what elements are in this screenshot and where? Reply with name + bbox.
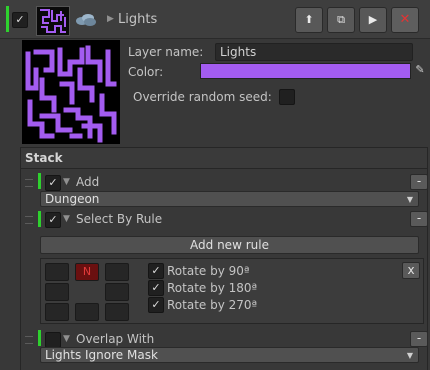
rotate-270-checkbox[interactable]: ✓ [148,297,164,313]
item-enabled-indicator [38,173,41,189]
dropdown-arrow-icon: ▼ [406,351,413,360]
rule-grid-cell[interactable] [105,283,129,301]
dropdown-value: Lights Ignore Mask [45,348,158,362]
color-label: Color: [128,65,164,79]
layers-cloud-icon [74,11,98,27]
item-enabled-indicator [38,211,41,227]
rotate-180-label: Rotate by 180ª [167,281,258,295]
rotate-90-checkbox[interactable]: ✓ [148,263,164,279]
override-seed-label: Override random seed: [133,90,272,104]
drag-handle[interactable] [25,179,33,187]
layer-enabled-indicator [6,6,9,32]
add-item-label: Add [76,175,100,189]
layer-enabled-checkbox[interactable]: ✓ [12,12,28,28]
remove-rule-button[interactable]: x [402,262,420,279]
dropdown-arrow-icon: ▼ [406,195,413,204]
overlap-mask-dropdown[interactable]: Lights Ignore Mask ▼ [40,347,419,363]
overlap-enabled-checkbox[interactable] [45,332,61,348]
rule-grid-cell[interactable] [45,283,69,301]
add-enabled-checkbox[interactable]: ✓ [45,175,61,191]
overlap-with-label: Overlap With [76,332,155,346]
drag-handle[interactable] [25,216,33,224]
remove-layer-button[interactable]: ✕ [391,7,419,33]
layer-name-field[interactable]: Lights [215,43,413,61]
rotate-180-checkbox[interactable]: ✓ [148,280,164,296]
layer-thumbnail-icon [36,6,70,36]
layer-preview-image [22,40,120,144]
rotate-90-label: Rotate by 90ª [167,264,250,278]
dropdown-value: Dungeon [45,192,100,206]
select-by-rule-label: Select By Rule [76,212,163,226]
expand-triangle-icon[interactable]: ▶ [107,14,114,24]
rule-grid-cell[interactable] [105,263,129,281]
select-by-rule-enabled-checkbox[interactable]: ✓ [45,212,61,228]
layer-name-label: Layer name: [128,45,204,59]
collapse-triangle-icon[interactable]: ▼ [63,177,70,187]
eyedropper-icon[interactable]: ✎ [413,63,427,79]
duplicate-button[interactable]: ⧉ [327,7,355,33]
move-up-button[interactable]: ⬆ [295,7,323,33]
remove-select-by-rule-button[interactable]: - [410,211,428,227]
item-enabled-indicator [38,330,41,346]
override-seed-checkbox[interactable] [279,89,295,105]
color-swatch-field[interactable] [200,63,411,79]
layer-title: Lights [118,12,158,27]
stack-title: Stack [25,151,63,165]
rule-grid-cell[interactable] [105,303,129,321]
rule-grid-center-cell[interactable]: N [75,263,99,281]
collapse-triangle-icon[interactable]: ▼ [63,214,70,224]
drag-handle[interactable] [25,336,33,344]
rule-grid-cell[interactable] [45,263,69,281]
remove-overlap-button[interactable]: - [410,331,428,347]
rotate-270-label: Rotate by 270ª [167,298,258,312]
remove-add-button[interactable]: - [410,174,428,190]
collapse-triangle-icon[interactable]: ▼ [63,334,70,344]
rule-grid-cell[interactable] [75,303,99,321]
stack-header [21,148,427,169]
play-button[interactable]: ▶ [359,7,387,33]
add-new-rule-button[interactable]: Add new rule [40,236,419,254]
add-source-dropdown[interactable]: Dungeon ▼ [40,191,419,207]
rule-grid-cell[interactable] [45,303,69,321]
